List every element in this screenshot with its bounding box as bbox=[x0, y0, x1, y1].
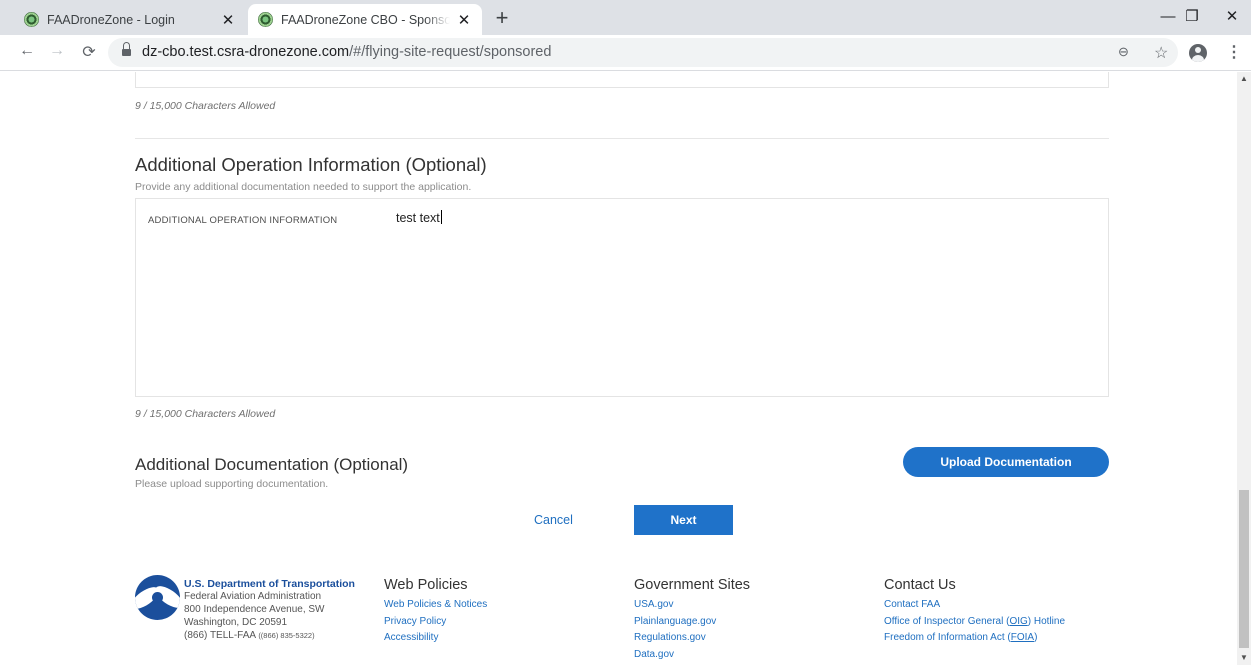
scroll-down-arrow-icon[interactable]: ▼ bbox=[1237, 651, 1251, 665]
footer-web-policies: Web Policies Web Policies & Notices Priv… bbox=[384, 577, 487, 647]
documentation-subtitle: Please upload supporting documentation. bbox=[135, 478, 329, 490]
contact-heading: Contact Us bbox=[884, 577, 956, 593]
tab-strip: FAADroneZone - Login ✕ FAADroneZone CBO … bbox=[0, 0, 1251, 35]
oig-pre: Office of Inspector General ( bbox=[884, 615, 1010, 627]
additional-info-title: Additional Operation Information (Option… bbox=[135, 154, 487, 175]
scrollbar-thumb[interactable] bbox=[1239, 490, 1249, 648]
dot-city: Washington, DC 20591 bbox=[184, 617, 288, 628]
section-divider bbox=[135, 138, 1109, 139]
kebab-menu-icon[interactable]: ⋮ bbox=[1226, 42, 1242, 62]
dot-street: 800 Independence Avenue, SW bbox=[184, 604, 325, 615]
url-path: /#/flying-site-request/sponsored bbox=[349, 44, 552, 60]
additional-info-field-label: ADDITIONAL OPERATION INFORMATION bbox=[148, 215, 338, 226]
tab-close-icon[interactable]: ✕ bbox=[220, 11, 236, 29]
tab-sponsored[interactable]: FAADroneZone CBO - Sponsored ✕ bbox=[248, 4, 482, 35]
tab-login[interactable]: FAADroneZone - Login ✕ bbox=[14, 4, 246, 35]
footer-link-data[interactable]: Data.gov bbox=[634, 647, 750, 664]
previous-textarea[interactable] bbox=[135, 72, 1109, 88]
back-arrow-icon[interactable]: ← bbox=[16, 42, 38, 60]
bookmark-star-icon[interactable]: ☆ bbox=[1154, 43, 1168, 63]
oig-post: ) Hotline bbox=[1027, 615, 1066, 627]
browser-toolbar: ← → ⟳ dz-cbo.test.csra-dronezone.com/#/f… bbox=[0, 35, 1251, 71]
footer-link-foia[interactable]: Freedom of Information Act (FOIA) bbox=[884, 630, 1065, 647]
page-viewport: 9 / 15,000 Characters Allowed Additional… bbox=[0, 72, 1237, 665]
footer-link-regulations[interactable]: Regulations.gov bbox=[634, 630, 750, 647]
additional-info-field-value[interactable]: test text bbox=[396, 210, 442, 225]
upload-documentation-button[interactable]: Upload Documentation bbox=[903, 447, 1109, 477]
scroll-up-arrow-icon[interactable]: ▲ bbox=[1237, 72, 1251, 86]
browser-window: FAADroneZone - Login ✕ FAADroneZone CBO … bbox=[0, 0, 1251, 665]
footer-link-plainlanguage[interactable]: Plainlanguage.gov bbox=[634, 614, 750, 631]
tab-close-icon[interactable]: ✕ bbox=[456, 11, 472, 29]
oig-abbr: OIG bbox=[1009, 615, 1028, 627]
dot-phone-alt: ((866) 835-5322) bbox=[258, 631, 315, 640]
faa-favicon-icon bbox=[24, 12, 39, 27]
dot-logo-icon[interactable] bbox=[135, 575, 180, 620]
footer-link-oig[interactable]: Office of Inspector General (OIG) Hotlin… bbox=[884, 614, 1065, 631]
dot-agency: Federal Aviation Administration bbox=[184, 591, 322, 602]
foia-post: ) bbox=[1034, 632, 1038, 643]
lock-icon[interactable] bbox=[122, 42, 131, 58]
dot-name[interactable]: U.S. Department of Transportation bbox=[184, 578, 355, 590]
tab-title: FAADroneZone CBO - Sponsored bbox=[281, 12, 450, 27]
new-tab-icon[interactable]: + bbox=[490, 6, 514, 30]
tab-title: FAADroneZone - Login bbox=[47, 12, 175, 27]
footer-link-usa[interactable]: USA.gov bbox=[634, 597, 750, 614]
url-text[interactable]: dz-cbo.test.csra-dronezone.com/#/flying-… bbox=[142, 44, 551, 60]
page-scrollbar[interactable]: ▲ ▼ bbox=[1237, 72, 1251, 665]
footer-link-accessibility[interactable]: Accessibility bbox=[384, 630, 487, 647]
footer-contact: Contact Us Contact FAA Office of Inspect… bbox=[884, 577, 1065, 647]
dot-phone: (866) TELL-FAA ((866) 835-5322) bbox=[184, 629, 355, 642]
restore-icon[interactable]: ❐ bbox=[1172, 4, 1212, 30]
foia-pre: Freedom of Information Act ( bbox=[884, 632, 1011, 643]
web-policies-heading: Web Policies bbox=[384, 577, 468, 593]
footer-link-privacy[interactable]: Privacy Policy bbox=[384, 614, 487, 631]
faa-favicon-icon bbox=[258, 12, 273, 27]
address-bar[interactable]: dz-cbo.test.csra-dronezone.com/#/flying-… bbox=[108, 38, 1178, 67]
footer-link-web-policies[interactable]: Web Policies & Notices bbox=[384, 597, 487, 614]
next-button[interactable]: Next bbox=[634, 505, 733, 535]
window-close-icon[interactable]: ✕ bbox=[1212, 4, 1251, 30]
additional-info-subtitle: Provide any additional documentation nee… bbox=[135, 181, 472, 193]
profile-avatar-icon[interactable] bbox=[1189, 44, 1207, 62]
zoom-icon[interactable]: ⊖ bbox=[1118, 44, 1129, 60]
documentation-title: Additional Documentation (Optional) bbox=[135, 455, 409, 474]
cancel-link[interactable]: Cancel bbox=[534, 513, 573, 527]
dot-phone-main: (866) TELL-FAA bbox=[184, 630, 256, 641]
field-value-text: test text bbox=[396, 211, 440, 225]
footer-link-contact-faa[interactable]: Contact FAA bbox=[884, 597, 1065, 614]
footer-government-sites: Government Sites USA.gov Plainlanguage.g… bbox=[634, 577, 750, 663]
government-sites-heading: Government Sites bbox=[634, 577, 751, 593]
additional-info-textarea[interactable]: ADDITIONAL OPERATION INFORMATION test te… bbox=[135, 198, 1109, 397]
url-host: dz-cbo.test.csra-dronezone.com bbox=[142, 44, 350, 60]
forward-arrow-icon[interactable]: → bbox=[46, 42, 68, 60]
foia-abbr: FOIA bbox=[1010, 632, 1035, 643]
text-caret bbox=[440, 210, 442, 224]
reload-icon[interactable]: ⟳ bbox=[78, 42, 100, 62]
additional-info-char-count: 9 / 15,000 Characters Allowed bbox=[135, 408, 276, 420]
previous-char-count: 9 / 15,000 Characters Allowed bbox=[135, 100, 276, 112]
dot-address-block: U.S. Department of Transportation Federa… bbox=[184, 578, 355, 642]
